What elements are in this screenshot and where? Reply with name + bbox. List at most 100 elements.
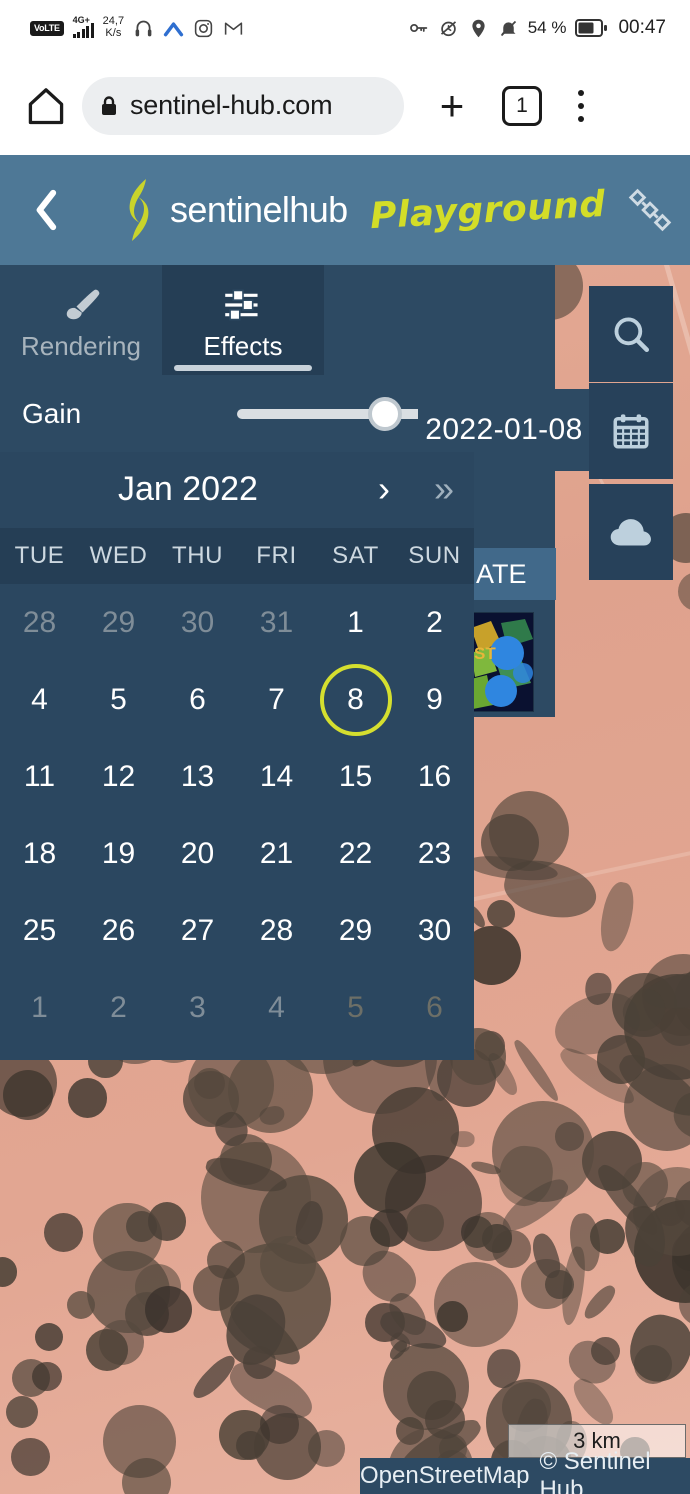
legend-thumbnail-image[interactable]: ST <box>470 612 534 712</box>
lock-icon <box>96 93 122 119</box>
kebab-menu-icon[interactable] <box>566 85 596 127</box>
calendar-day-grid[interactable]: 28 29 30 31 1 2 4 5 6 7 8 9 11 12 13 14 15 16 18 19 20 21 22 23… <box>0 584 474 1046</box>
calendar-month-title: Jan 2022 <box>118 470 258 508</box>
calendar-day-label: 27 <box>180 913 215 947</box>
calendar-day-label: 2 <box>110 990 127 1024</box>
sliders-icon <box>222 285 264 325</box>
search-icon[interactable] <box>589 286 673 382</box>
calendar-day-cell[interactable]: 30 <box>158 584 237 661</box>
calendar-weekday-sun: SUN <box>408 542 461 569</box>
map-irrigation-circle <box>32 1361 62 1392</box>
calendar-day-label: 14 <box>259 759 294 793</box>
calendar-next-month-button[interactable]: › <box>378 468 390 510</box>
calendar-day-cell[interactable]: 2 <box>79 969 158 1046</box>
clock-label: 00:47 <box>618 17 666 38</box>
tab-rendering[interactable]: Rendering <box>0 265 162 375</box>
calendar-weekday-sat: SAT <box>332 542 379 569</box>
battery-percent-label: 54 % <box>527 18 567 37</box>
chevron-left-icon[interactable] <box>32 188 62 232</box>
map-attribution: OpenStreetMap © Sentinel Hub <box>360 1448 690 1494</box>
calendar-day-cell[interactable]: 1 <box>0 969 79 1046</box>
map-irrigation-circle <box>67 1078 108 1118</box>
calendar-day-cell[interactable]: 9 <box>395 661 474 738</box>
calendar-day-label: 12 <box>101 759 136 793</box>
calendar-day-cell[interactable]: 1 <box>316 584 395 661</box>
signal-strength-icon: 4G+ <box>72 16 94 38</box>
android-status-bar: VoLTE 4G+ 24,7 K/s 54 % 00:47 <box>0 0 690 56</box>
arc-browser-icon <box>163 18 184 39</box>
create-button[interactable]: ATE <box>468 548 556 600</box>
calendar-day-cell[interactable]: 2 <box>395 584 474 661</box>
map-irrigation-circle <box>6 1395 39 1428</box>
tab-switcher-button[interactable]: 1 <box>502 85 542 126</box>
calendar-next-year-button[interactable]: » <box>434 468 454 510</box>
calendar-day-cell[interactable]: 28 <box>0 584 79 661</box>
cloud-icon[interactable] <box>589 484 673 580</box>
calendar-day-cell[interactable]: 18 <box>0 815 79 892</box>
calendar-day-label: 1 <box>347 605 364 639</box>
calendar-day-label: 30 <box>180 605 215 639</box>
calendar-day-cell[interactable]: 15 <box>316 738 395 815</box>
calendar-day-label: 1 <box>31 990 48 1024</box>
calendar-day-label: 6 <box>426 990 443 1024</box>
map-irrigation-circle <box>11 1437 50 1477</box>
calendar-day-cell[interactable]: 3 <box>158 969 237 1046</box>
calendar-day-cell[interactable]: 6 <box>395 969 474 1046</box>
calendar-day-cell[interactable]: 20 <box>158 815 237 892</box>
calendar-day-cell[interactable]: 30 <box>395 892 474 969</box>
calendar-day-cell[interactable]: 21 <box>237 815 316 892</box>
tab-rendering-label: Rendering <box>21 330 141 361</box>
calendar-day-cell[interactable]: 8 <box>316 661 395 738</box>
gain-label: Gain <box>22 398 82 429</box>
calendar-day-cell[interactable]: 19 <box>79 815 158 892</box>
calendar-day-cell[interactable]: 29 <box>316 892 395 969</box>
gain-slider-handle[interactable] <box>368 397 402 431</box>
calendar-header: Jan 2022 › » <box>0 452 474 528</box>
map-vegetation-blob <box>450 1130 475 1148</box>
map-irrigation-circle <box>3 1069 54 1120</box>
calendar-day-cell[interactable]: 22 <box>316 815 395 892</box>
calendar-day-cell[interactable]: 6 <box>158 661 237 738</box>
signal-bars <box>72 23 94 38</box>
calendar-day-cell[interactable]: 4 <box>237 969 316 1046</box>
calendar-day-cell[interactable]: 7 <box>237 661 316 738</box>
attribution-osm[interactable]: OpenStreetMap <box>360 1462 529 1490</box>
calendar-day-label: 29 <box>338 913 373 947</box>
paint-brush-icon <box>59 285 103 325</box>
gmail-icon <box>223 18 244 39</box>
calendar-day-cell[interactable]: 14 <box>237 738 316 815</box>
tab-effects[interactable]: Effects <box>162 265 324 375</box>
home-icon[interactable] <box>22 82 70 130</box>
map-irrigation-circle <box>86 1328 129 1371</box>
calendar-day-cell[interactable]: 25 <box>0 892 79 969</box>
calendar-day-label: 30 <box>417 913 452 947</box>
calendar-day-cell[interactable]: 5 <box>316 969 395 1046</box>
address-bar[interactable]: sentinel-hub.com <box>82 76 404 135</box>
calendar-day-cell[interactable]: 12 <box>79 738 158 815</box>
calendar-day-cell[interactable]: 29 <box>79 584 158 661</box>
brand-logo[interactable]: sentinelhub <box>118 177 348 243</box>
date-picker-popup[interactable]: Jan 2022 › » TUE WED THU FRI SAT SUN 28 29 30 31… <box>0 452 474 1060</box>
calendar-day-cell[interactable]: 13 <box>158 738 237 815</box>
calendar-day-cell[interactable]: 31 <box>237 584 316 661</box>
notifications-off-icon <box>498 18 519 39</box>
calendar-day-cell[interactable]: 5 <box>79 661 158 738</box>
calendar-day-cell[interactable]: 28 <box>237 892 316 969</box>
calendar-day-label: 2 <box>426 605 443 639</box>
calendar-day-label: 31 <box>259 605 294 639</box>
satellite-icon[interactable] <box>627 187 673 233</box>
calendar-day-cell[interactable]: 16 <box>395 738 474 815</box>
calendar-icon[interactable] <box>589 383 673 479</box>
tab-effects-label: Effects <box>203 330 283 361</box>
calendar-day-cell[interactable]: 23 <box>395 815 474 892</box>
calendar-day-label: 19 <box>101 836 136 870</box>
calendar-day-label: 20 <box>180 836 215 870</box>
product-name: Playground <box>368 183 607 237</box>
attribution-sentinel-hub[interactable]: © Sentinel Hub <box>539 1448 690 1494</box>
calendar-day-cell[interactable]: 11 <box>0 738 79 815</box>
map-irrigation-circle <box>103 1405 176 1479</box>
new-tab-button[interactable]: + <box>428 82 476 130</box>
calendar-day-cell[interactable]: 26 <box>79 892 158 969</box>
calendar-day-cell[interactable]: 4 <box>0 661 79 738</box>
calendar-day-cell[interactable]: 27 <box>158 892 237 969</box>
